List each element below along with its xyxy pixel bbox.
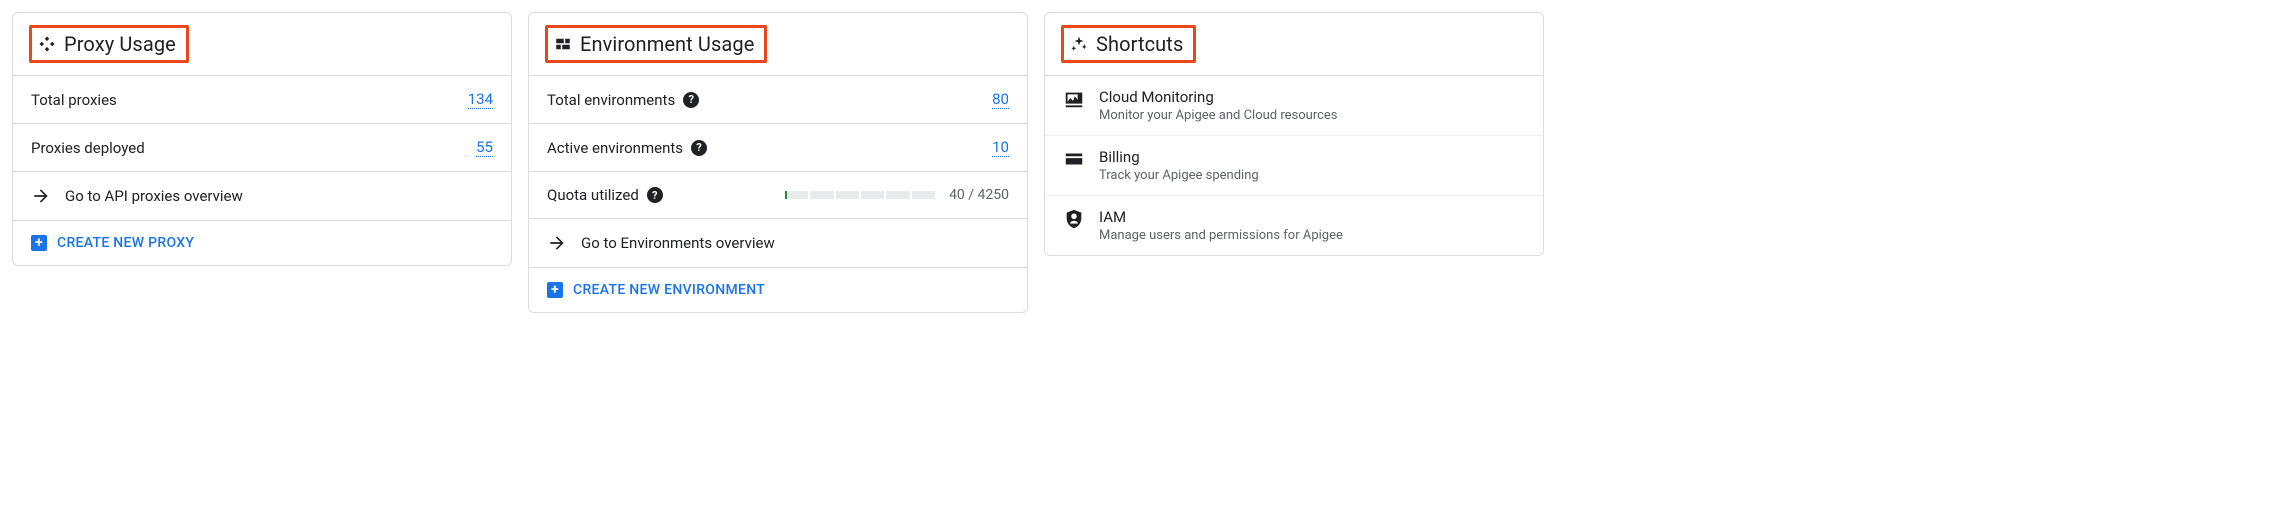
proxies-deployed-row: Proxies deployed 55 bbox=[13, 124, 511, 172]
help-icon[interactable]: ? bbox=[647, 187, 663, 203]
proxy-icon bbox=[38, 35, 56, 53]
total-environments-value[interactable]: 80 bbox=[992, 90, 1009, 109]
active-environments-row: Active environments ? 10 bbox=[529, 124, 1027, 172]
create-proxy-label: CREATE NEW PROXY bbox=[57, 235, 194, 251]
proxy-overview-label: Go to API proxies overview bbox=[65, 187, 243, 205]
quota-utilized-label: Quota utilized bbox=[547, 186, 639, 204]
plus-icon: + bbox=[31, 235, 47, 251]
environment-usage-header: Environment Usage bbox=[529, 13, 1027, 76]
arrow-right-icon bbox=[547, 233, 567, 253]
total-proxies-row: Total proxies 134 bbox=[13, 76, 511, 124]
create-proxy-button[interactable]: + CREATE NEW PROXY bbox=[13, 221, 511, 265]
shortcuts-title: Shortcuts bbox=[1096, 32, 1183, 56]
shortcut-title: Billing bbox=[1099, 148, 1259, 166]
quota-utilized-row: Quota utilized ? 40 / 4250 bbox=[529, 172, 1027, 219]
shortcut-iam[interactable]: IAM Manage users and permissions for Api… bbox=[1045, 196, 1543, 255]
proxy-usage-title: Proxy Usage bbox=[64, 32, 176, 56]
total-environments-row: Total environments ? 80 bbox=[529, 76, 1027, 124]
total-proxies-value[interactable]: 134 bbox=[468, 90, 493, 109]
active-environments-value[interactable]: 10 bbox=[992, 138, 1009, 157]
plus-icon: + bbox=[547, 282, 563, 298]
create-environment-label: CREATE NEW ENVIRONMENT bbox=[573, 282, 765, 298]
proxies-deployed-value[interactable]: 55 bbox=[476, 138, 493, 157]
environments-overview-link[interactable]: Go to Environments overview bbox=[529, 219, 1027, 268]
shortcut-billing[interactable]: Billing Track your Apigee spending bbox=[1045, 136, 1543, 196]
shortcuts-card: Shortcuts Cloud Monitoring Monitor your … bbox=[1044, 12, 1544, 256]
proxy-usage-header: Proxy Usage bbox=[13, 13, 511, 76]
proxy-overview-link[interactable]: Go to API proxies overview bbox=[13, 172, 511, 221]
help-icon[interactable]: ? bbox=[691, 140, 707, 156]
shortcut-desc: Track your Apigee spending bbox=[1099, 168, 1259, 183]
total-proxies-label: Total proxies bbox=[31, 91, 117, 109]
shortcut-desc: Manage users and permissions for Apigee bbox=[1099, 228, 1343, 243]
help-icon[interactable]: ? bbox=[683, 92, 699, 108]
environments-overview-label: Go to Environments overview bbox=[581, 234, 775, 252]
shortcut-cloud-monitoring[interactable]: Cloud Monitoring Monitor your Apigee and… bbox=[1045, 76, 1543, 136]
shortcut-title: Cloud Monitoring bbox=[1099, 88, 1338, 106]
shortcut-title: IAM bbox=[1099, 208, 1343, 226]
environment-usage-title: Environment Usage bbox=[580, 32, 754, 56]
shortcut-desc: Monitor your Apigee and Cloud resources bbox=[1099, 108, 1338, 123]
active-environments-label: Active environments bbox=[547, 139, 683, 157]
proxies-deployed-label: Proxies deployed bbox=[31, 139, 145, 157]
sparkle-icon bbox=[1070, 35, 1088, 53]
quota-progress-bar bbox=[785, 191, 935, 199]
total-environments-label: Total environments bbox=[547, 91, 675, 109]
environment-icon bbox=[554, 35, 572, 53]
quota-text: 40 / 4250 bbox=[949, 187, 1009, 203]
create-environment-button[interactable]: + CREATE NEW ENVIRONMENT bbox=[529, 268, 1027, 312]
proxy-usage-card: Proxy Usage Total proxies 134 Proxies de… bbox=[12, 12, 512, 266]
shield-icon bbox=[1063, 208, 1085, 230]
monitoring-icon bbox=[1063, 88, 1085, 110]
environment-usage-card: Environment Usage Total environments ? 8… bbox=[528, 12, 1028, 313]
arrow-right-icon bbox=[31, 186, 51, 206]
shortcuts-header: Shortcuts bbox=[1045, 13, 1543, 76]
billing-icon bbox=[1063, 148, 1085, 170]
